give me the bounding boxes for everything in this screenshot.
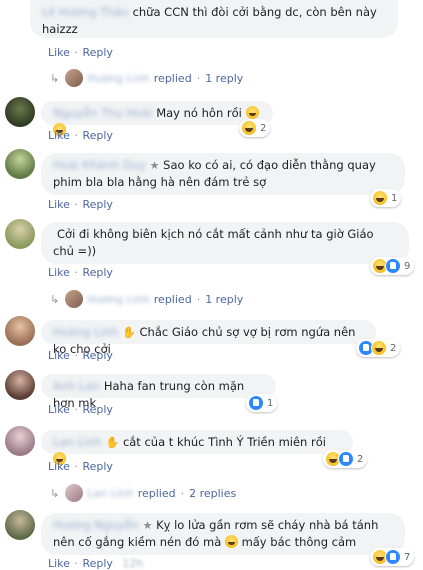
comment-bubble: Hương Nguyễn ★ Kỵ lo lửa gần rơm sẽ cháy … — [41, 513, 405, 555]
haha-reaction-icon — [371, 340, 387, 356]
comment-author[interactable]: Anh Lan — [53, 379, 100, 393]
reply-arrow-icon: ↳ — [50, 71, 60, 85]
avatar[interactable] — [5, 97, 35, 127]
reaction-summary[interactable]: 1 — [370, 189, 402, 207]
comment-bubble: Nguyễn Thu Hoài May nó hôn rồi — [41, 101, 273, 136]
star-icon: ★ — [142, 519, 153, 532]
reply-count[interactable]: 2 replies — [189, 487, 236, 500]
hand-icon: ✋ — [105, 436, 120, 449]
like-link[interactable]: Like — [48, 403, 70, 416]
haha-reaction-icon — [372, 190, 388, 206]
avatar[interactable] — [65, 69, 84, 87]
reply-link[interactable]: Reply — [82, 129, 112, 142]
reaction-count: 9 — [404, 260, 411, 272]
reaction-count: 1 — [267, 397, 274, 409]
reply-link[interactable]: Reply — [82, 266, 112, 279]
reply-link[interactable]: Reply — [82, 403, 112, 416]
star-icon: ★ — [149, 159, 160, 172]
comment-bubble: Hoàng Linh ✋ Chắc Giáo chủ sợ vợ bị rơm n… — [41, 320, 376, 356]
haha-emoji-icon — [245, 106, 259, 119]
avatar[interactable] — [65, 290, 84, 308]
comment-bubble: Anh Lan Haha fan trung còn mặn hơn mk — [41, 374, 276, 410]
reply-arrow-icon: ↳ — [50, 292, 60, 306]
avatar[interactable] — [5, 370, 35, 400]
like-link[interactable]: Like — [48, 46, 70, 59]
like-link[interactable]: Like — [48, 460, 70, 473]
comment-author[interactable]: Nguyễn Thu Hoài — [53, 106, 152, 120]
reaction-summary[interactable]: 2 — [356, 339, 401, 357]
comment-actions: Like · Reply — [48, 198, 113, 211]
like-reaction-icon — [385, 258, 401, 274]
avatar[interactable] — [5, 149, 35, 179]
reply-thread-link[interactable]: ↳ Hương Linh replied · 1 reply — [50, 69, 243, 87]
avatar[interactable] — [5, 426, 35, 456]
avatar[interactable] — [65, 484, 84, 502]
reply-author[interactable]: Hương Linh — [87, 72, 150, 85]
reaction-summary[interactable]: 9 — [370, 257, 415, 275]
comment-actions: Like · Reply — [48, 460, 113, 473]
like-link[interactable]: Like — [48, 266, 70, 279]
comment-actions: Like · Reply — [48, 266, 113, 279]
like-link[interactable]: Like — [48, 349, 70, 362]
avatar[interactable] — [5, 316, 35, 346]
comment-text: Cởi đi không biên kịch nó cắt mất cảnh n… — [53, 227, 374, 258]
comment-actions: Like · Reply — [48, 349, 113, 362]
reply-link[interactable]: Reply — [82, 198, 112, 211]
hand-icon: ✋ — [122, 326, 136, 339]
reply-thread-link[interactable]: ↳ Lan Linh replied · 2 replies — [50, 484, 236, 502]
reaction-count: 7 — [404, 551, 411, 563]
comment-actions: Like · Reply — [48, 129, 113, 142]
comment-actions: Like · Reply — [48, 46, 113, 59]
comment-actions: Like · Reply — [48, 403, 113, 416]
comment-author[interactable]: Hoàng Linh — [53, 325, 118, 339]
avatar[interactable] — [5, 510, 35, 540]
reply-link[interactable]: Reply — [82, 557, 112, 570]
like-link[interactable]: Like — [48, 198, 70, 211]
avatar[interactable] — [5, 219, 35, 249]
comment-author[interactable]: Lan Linh — [53, 435, 102, 449]
comment-author[interactable]: Lê Hương Thảo — [42, 5, 129, 19]
reply-link[interactable]: Reply — [82, 349, 112, 362]
reaction-count: 2 — [260, 122, 267, 134]
like-link[interactable]: Like — [48, 129, 70, 142]
comment-timestamp[interactable]: 12h — [122, 557, 143, 570]
reaction-summary[interactable]: 7 — [370, 548, 415, 566]
comment-bubble: Cởi đi không biên kịch nó cắt mất cảnh n… — [41, 222, 409, 264]
comment-text: cắt của t khúc Tình Ý Triền miên rồi — [122, 435, 326, 449]
reply-link[interactable]: Reply — [82, 460, 112, 473]
reply-count[interactable]: 1 reply — [205, 72, 243, 85]
reaction-summary[interactable]: 2 — [239, 119, 271, 137]
reply-author[interactable]: Lan Linh — [87, 487, 133, 500]
like-reaction-icon — [248, 395, 264, 411]
reply-arrow-icon: ↳ — [50, 486, 60, 500]
reply-author[interactable]: Hương Linh — [87, 293, 150, 306]
reaction-count: 1 — [391, 192, 398, 204]
comment-text-continued: mấy bác thông cảm — [241, 535, 357, 549]
reaction-summary[interactable]: 1 — [246, 394, 278, 412]
reply-thread-link[interactable]: ↳ Hương Linh replied · 1 reply — [50, 290, 243, 308]
reaction-count: 2 — [390, 342, 397, 354]
comment-bubble: Lê Hương Thảo chữa CCN thì đòi cởi bằng d… — [30, 0, 398, 38]
comment-bubble: Hoài Khánh Duy ★ Sao ko có ai, có đạo diễ… — [41, 153, 405, 195]
comment-bubble: Lan Linh ✋ cắt của t khúc Tình Ý Triền mi… — [41, 430, 353, 465]
comment-author[interactable]: Hương Nguyễn — [53, 518, 139, 532]
reply-link[interactable]: Reply — [82, 46, 112, 59]
comment-text: May nó hôn rồi — [156, 106, 242, 120]
comment-author[interactable]: Hoài Khánh Duy — [53, 158, 146, 172]
comment-actions: Like · Reply 12h — [48, 557, 144, 570]
haha-reaction-icon — [241, 120, 257, 136]
like-reaction-icon — [338, 451, 354, 467]
smile-emoji-icon — [224, 535, 238, 548]
reaction-count: 2 — [357, 453, 364, 465]
reply-count[interactable]: 1 reply — [205, 293, 243, 306]
reaction-summary[interactable]: 2 — [323, 450, 368, 468]
like-link[interactable]: Like — [48, 557, 70, 570]
